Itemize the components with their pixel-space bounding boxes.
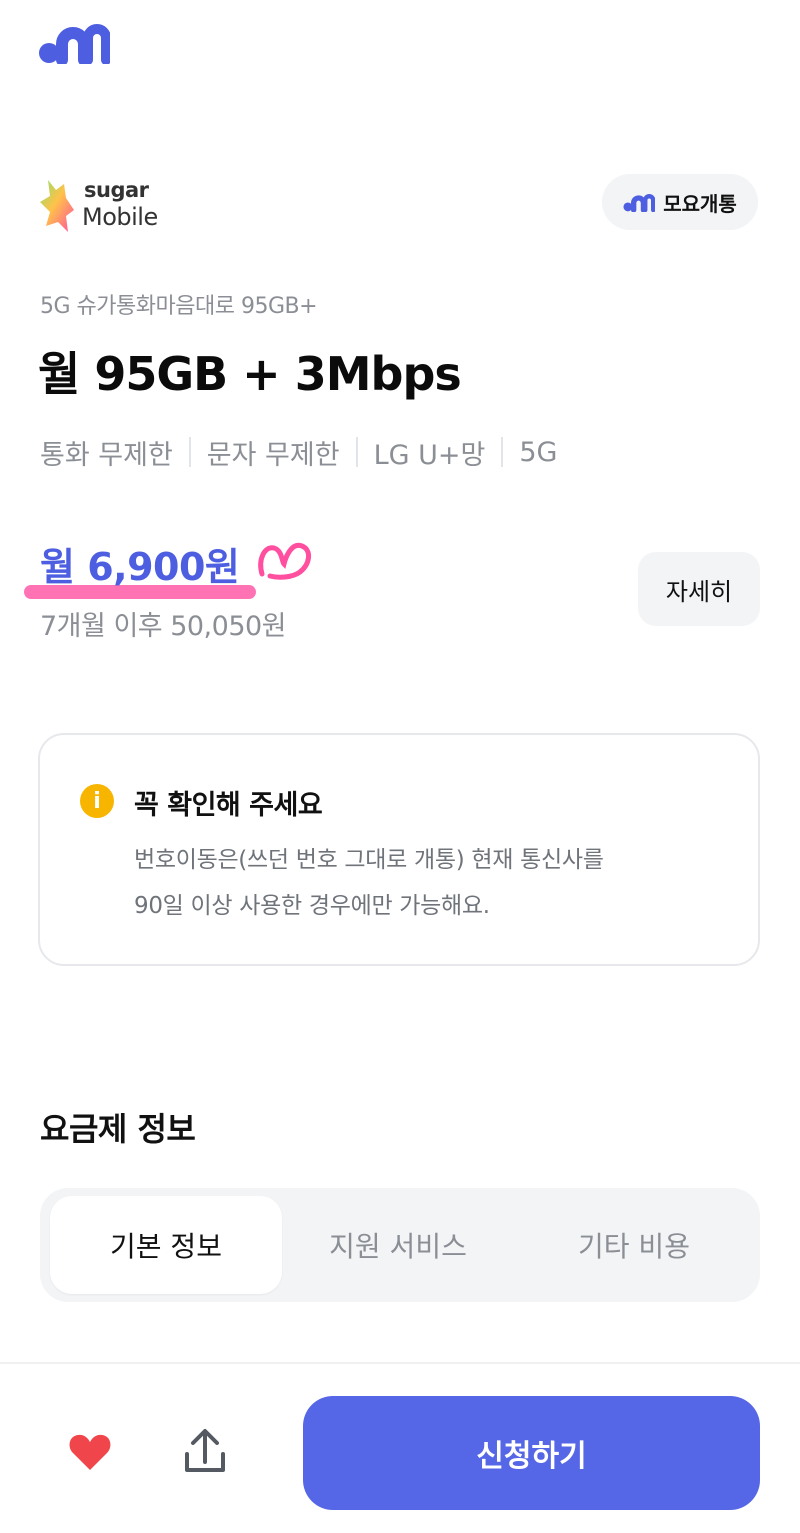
bottom-bar-divider <box>0 1362 800 1364</box>
share-icon <box>185 1429 225 1472</box>
heart-doodle-icon <box>258 542 311 580</box>
price-after-period: 7개월 이후 50,050원 <box>40 611 287 642</box>
feature-divider <box>501 437 504 467</box>
moyo-logo-icon <box>623 194 656 212</box>
carrier-logo: sugar Mobile <box>38 176 158 240</box>
apply-button[interactable]: 신청하기 <box>303 1396 760 1510</box>
feature-item: 통화 무제한 <box>40 439 173 471</box>
tab-other-costs[interactable]: 기타 비용 <box>518 1196 750 1294</box>
notice-title: 꼭 확인해 주세요 <box>134 790 323 821</box>
heart-icon <box>69 1434 111 1470</box>
badge-label: 모요개통 <box>663 191 737 216</box>
feature-item: 5G <box>519 436 558 468</box>
info-icon-glyph: i <box>93 788 101 814</box>
monthly-price: 월 6,900원 <box>40 545 240 589</box>
notice-text-line: 90일 이상 사용한 경우에만 가능해요. <box>134 893 490 919</box>
moyo-logo-icon[interactable] <box>38 20 111 66</box>
plan-name: 5G 슈가통화마음대로 95GB+ <box>40 294 318 319</box>
favorite-button[interactable] <box>66 1428 114 1476</box>
tab-basic-info[interactable]: 기본 정보 <box>50 1196 282 1294</box>
feature-item: LG U+망 <box>373 439 486 471</box>
notice-text-line: 번호이동은(쓰던 번호 그대로 개통) 현재 통신사를 <box>134 847 604 873</box>
section-title-plan-info: 요금제 정보 <box>40 1110 196 1148</box>
plan-features: 통화 무제한 문자 무제한 LG U+망 5G <box>40 430 557 474</box>
share-button[interactable] <box>180 1426 230 1478</box>
info-icon: i <box>80 784 114 818</box>
carrier-name-line2: Mobile <box>82 203 158 231</box>
tab-support-services[interactable]: 지원 서비스 <box>282 1196 514 1294</box>
feature-item: 문자 무제한 <box>206 439 340 471</box>
plan-title: 월 95GB + 3Mbps <box>38 347 462 401</box>
feature-divider <box>355 437 358 467</box>
details-button[interactable]: 자세히 <box>638 552 760 626</box>
carrier-name-line1: sugar <box>84 178 149 202</box>
sugar-mobile-logo-icon <box>40 180 74 232</box>
moyo-activation-badge: 모요개통 <box>602 174 758 230</box>
feature-divider <box>188 437 191 467</box>
